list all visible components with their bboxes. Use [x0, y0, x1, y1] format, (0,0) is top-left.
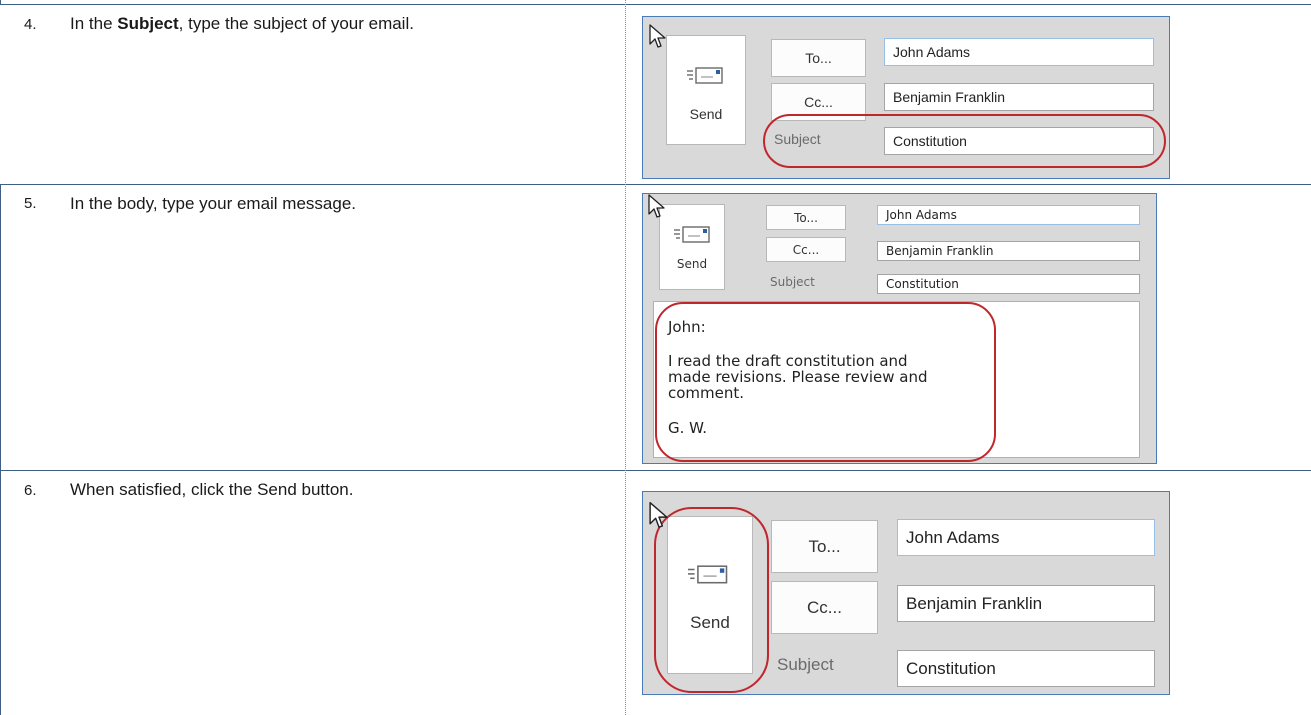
subject-highlight-ring [763, 114, 1166, 168]
step-number: 6. [24, 482, 37, 499]
subject-label: Subject [770, 275, 815, 289]
step-number: 4. [24, 16, 37, 33]
step-instruction: In the Subject, type the subject of your… [70, 14, 414, 33]
send-envelope-icon [674, 226, 710, 243]
subject-field[interactable]: Constitution [897, 650, 1155, 687]
send-button[interactable]: Send [666, 35, 746, 145]
step-instruction: In the body, type your email message. [70, 194, 357, 213]
table-tick [0, 0, 1, 4]
send-label: Send [676, 257, 708, 271]
to-button[interactable]: To... [771, 520, 878, 573]
body-highlight-ring [655, 302, 996, 462]
table-border-top [0, 4, 1311, 5]
send-label: Send [689, 106, 723, 122]
column-divider [625, 0, 626, 715]
table-left-border [0, 184, 1, 715]
to-field[interactable]: John Adams [884, 38, 1154, 66]
to-field[interactable]: John Adams [877, 205, 1140, 225]
to-button[interactable]: To... [771, 39, 866, 77]
send-button[interactable]: Send [659, 204, 725, 290]
step-instruction: When satisfied, click the Send button. [70, 480, 354, 499]
to-field[interactable]: John Adams [897, 519, 1155, 556]
send-envelope-icon [687, 67, 723, 84]
cc-button[interactable]: Cc... [766, 237, 846, 262]
mouse-cursor-icon [649, 24, 666, 48]
cc-field[interactable]: Benjamin Franklin [877, 241, 1140, 261]
cc-field[interactable]: Benjamin Franklin [897, 585, 1155, 622]
cc-button[interactable]: Cc... [771, 581, 878, 634]
step-keyword: Subject [117, 14, 179, 33]
mouse-cursor-icon [649, 501, 668, 528]
compose-header-panel: Send To... Cc... Subject John Adams Benj… [642, 491, 1170, 695]
compose-header-panel: Send To... Cc... Subject John Adams Benj… [642, 16, 1170, 179]
cc-field[interactable]: Benjamin Franklin [884, 83, 1154, 111]
send-highlight-ring [654, 507, 769, 693]
compose-window-panel: Send To... Cc... Subject John Adams Benj… [642, 193, 1157, 464]
subject-label: Subject [777, 655, 834, 674]
row-divider [0, 470, 1311, 471]
mouse-cursor-icon [648, 194, 665, 218]
step-number: 5. [24, 195, 37, 212]
to-button[interactable]: To... [766, 205, 846, 230]
subject-field[interactable]: Constitution [877, 274, 1140, 294]
row-divider [0, 184, 1311, 185]
